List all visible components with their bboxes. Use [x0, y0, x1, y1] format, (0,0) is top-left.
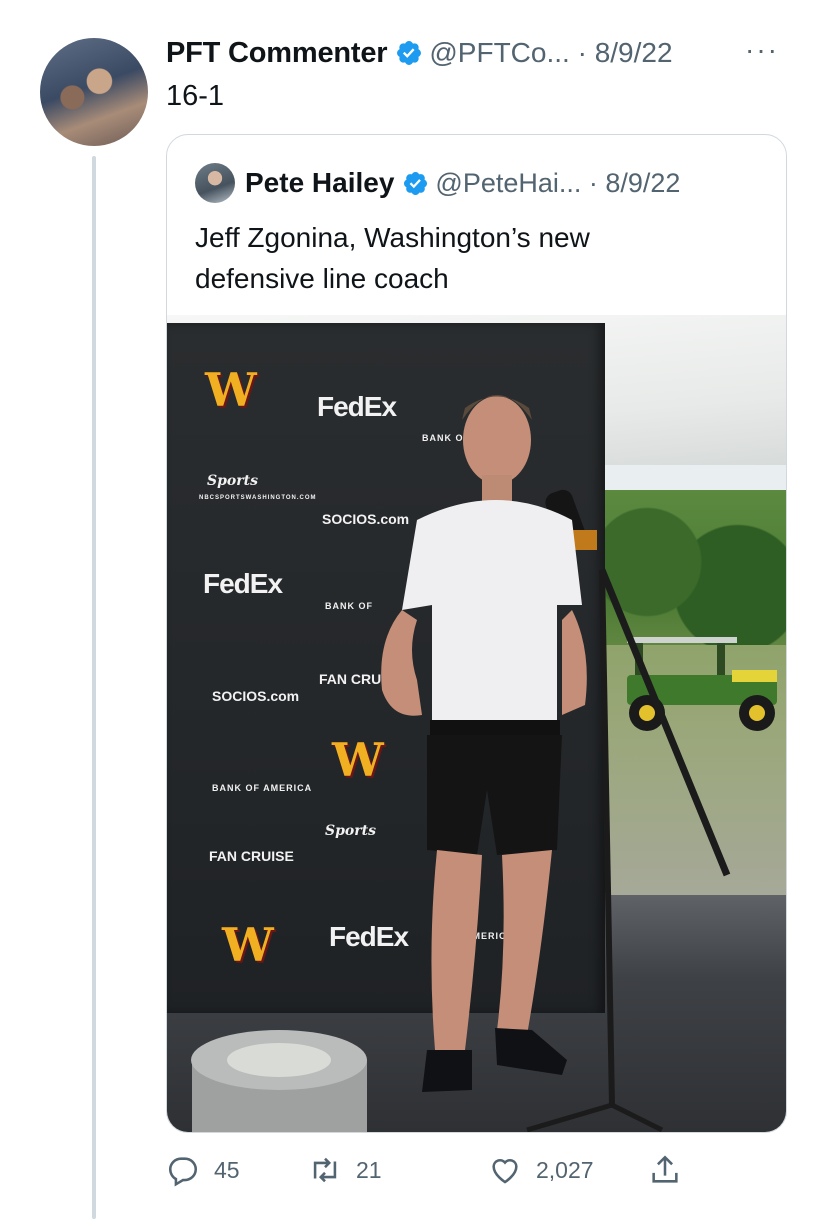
tweet-page: PFT Commenter @PFTCo... · 8/9/22 ··· 16-…: [0, 0, 827, 1219]
verified-badge-icon: [404, 171, 428, 195]
retweet-count: 21: [356, 1156, 382, 1183]
heart-icon: [492, 1158, 518, 1184]
share-button[interactable]: [648, 1145, 696, 1195]
reply-button[interactable]: 45: [166, 1145, 240, 1195]
thread-line: [92, 156, 96, 1219]
quoted-author-avatar: [195, 163, 235, 203]
reply-count: 45: [214, 1156, 240, 1183]
verified-badge-icon: [397, 41, 422, 65]
author-avatar[interactable]: [40, 38, 148, 146]
quoted-author-handle-date: @PeteHai... · 8/9/22: [435, 167, 681, 198]
retweet-icon: [313, 1157, 337, 1183]
author-name[interactable]: PFT Commenter: [166, 37, 388, 70]
reply-icon: [168, 1157, 198, 1187]
author-handle-date[interactable]: @PFTCo... · 8/9/22: [429, 37, 672, 69]
tweet-text: 16-1: [166, 80, 225, 112]
quoted-text-line: defensive line coach: [195, 263, 449, 294]
quoted-author-name: Pete Hailey: [245, 167, 395, 198]
retweet-button[interactable]: 21: [308, 1145, 382, 1195]
more-options-icon[interactable]: ···: [745, 34, 779, 66]
quoted-tweet-header: Pete Hailey @PeteHai... · 8/9/22: [195, 163, 680, 203]
like-button[interactable]: 2,027: [488, 1145, 594, 1195]
quoted-text-line: Jeff Zgonina, Washington’s new: [195, 222, 590, 253]
tape-roll: [191, 1030, 367, 1132]
share-icon: [652, 1155, 678, 1183]
quoted-tweet-text: Jeff Zgonina, Washington’s new defensive…: [195, 217, 765, 299]
like-count: 2,027: [536, 1156, 594, 1183]
tweet-header: PFT Commenter @PFTCo... · 8/9/22: [166, 34, 673, 72]
coach-figure: [381, 395, 587, 1092]
tweet-photo[interactable]: W FedEx BANK OF AMERICA Sports NBCSPORTS…: [167, 315, 786, 1132]
tweet-actions: 45 21 2,027: [166, 1145, 787, 1195]
quoted-tweet[interactable]: Pete Hailey @PeteHai... · 8/9/22 Jeff Zg…: [166, 134, 787, 1133]
